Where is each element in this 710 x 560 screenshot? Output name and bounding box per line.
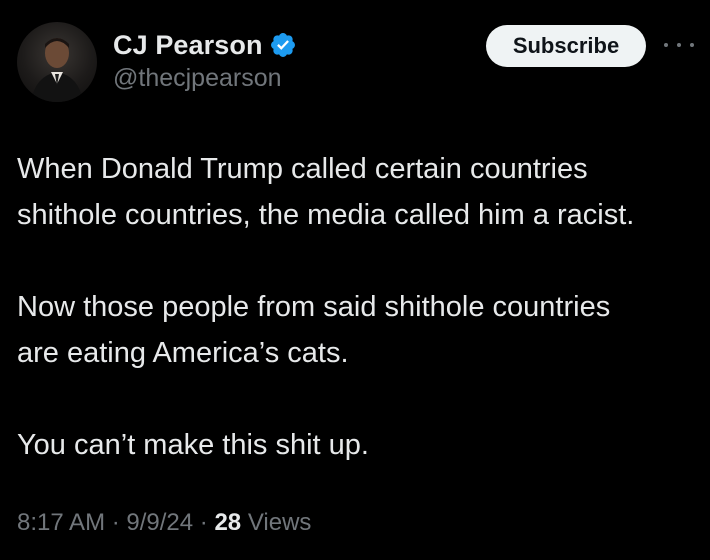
subscribe-button[interactable]: Subscribe: [486, 25, 646, 67]
meta-separator: ·: [193, 509, 215, 536]
display-name[interactable]: CJ Pearson: [113, 30, 263, 61]
tweet-line: shithole countries, the media called him…: [17, 199, 635, 231]
tweet-paragraph: When Donald Trump called certain countri…: [17, 146, 693, 238]
meta-separator: ·: [105, 509, 127, 536]
views-label: Views: [241, 509, 312, 536]
tweet: CJ Pearson @thecjpearson Subscribe When …: [0, 0, 710, 560]
views-count[interactable]: 28: [214, 509, 241, 536]
handle[interactable]: @thecjpearson: [113, 64, 297, 93]
avatar-image: [31, 38, 83, 102]
tweet-header: CJ Pearson @thecjpearson Subscribe: [17, 22, 694, 104]
name-row: CJ Pearson: [113, 28, 297, 62]
tweet-paragraph: Now those people from said shithole coun…: [17, 284, 693, 376]
tweet-line: You can’t make this shit up.: [17, 429, 369, 461]
more-dot: [690, 43, 694, 47]
more-horizontal-icon[interactable]: [664, 32, 694, 58]
tweet-paragraph: You can’t make this shit up.: [17, 422, 693, 468]
tweet-date[interactable]: 9/9/24: [126, 509, 193, 536]
tweet-meta: 8:17 AM · 9/9/24 · 28 Views: [17, 509, 311, 537]
more-dot: [677, 43, 681, 47]
tweet-line: When Donald Trump called certain countri…: [17, 153, 588, 185]
tweet-line: Now those people from said shithole coun…: [17, 291, 611, 323]
author-info: CJ Pearson @thecjpearson: [113, 28, 297, 93]
tweet-text: When Donald Trump called certain countri…: [17, 146, 693, 468]
tweet-time[interactable]: 8:17 AM: [17, 509, 105, 536]
tweet-line: are eating America’s cats.: [17, 337, 349, 369]
verified-badge-icon: [269, 31, 297, 59]
avatar[interactable]: [17, 22, 97, 102]
more-dot: [664, 43, 668, 47]
